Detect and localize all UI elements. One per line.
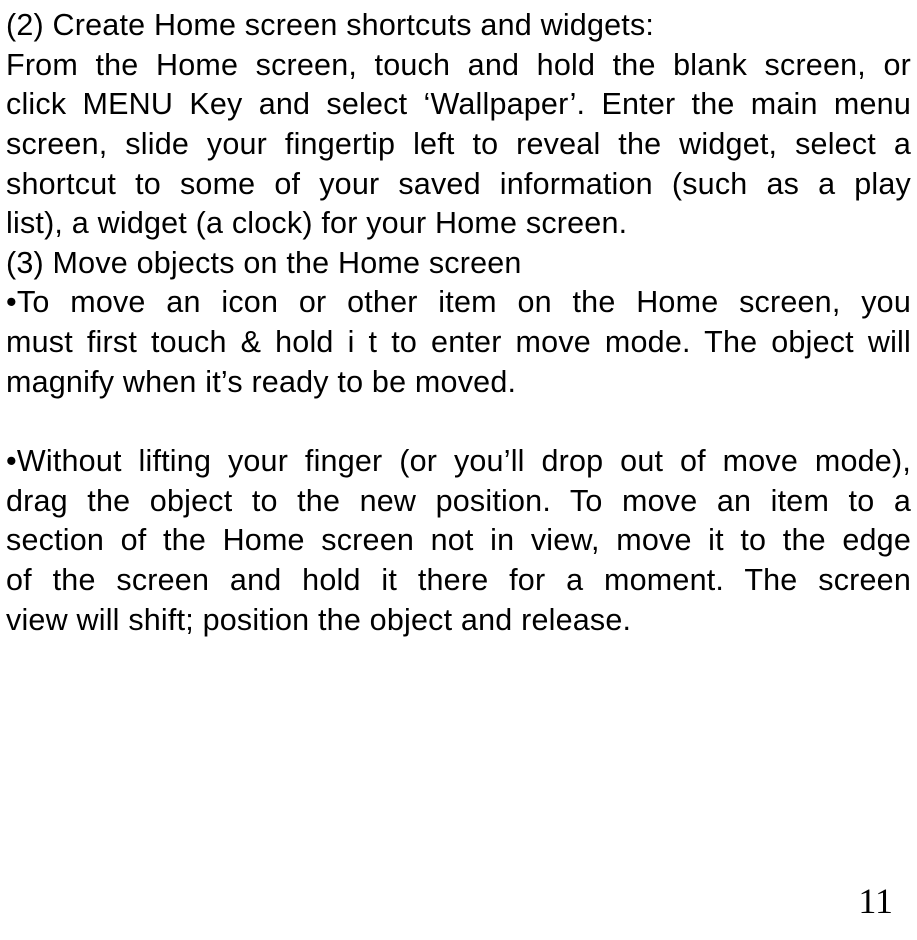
text-line: view will shift; position the object and…	[6, 601, 911, 641]
text-line: screen, slide your fingertip left to rev…	[6, 125, 911, 165]
document-page: (2) Create Home screen shortcuts and wid…	[0, 0, 917, 940]
text-line: of the screen and hold it there for a mo…	[6, 561, 911, 601]
blank-line	[6, 402, 911, 442]
text-line: section of the Home screen not in view, …	[6, 521, 911, 561]
page-number: 11	[858, 880, 893, 922]
text-line: (3) Move objects on the Home screen	[6, 244, 911, 284]
text-line: magnify when it’s ready to be moved.	[6, 363, 911, 403]
text-line: shortcut to some of your saved informati…	[6, 165, 911, 205]
text-line: must first touch & hold i t to enter mov…	[6, 323, 911, 363]
text-line: (2) Create Home screen shortcuts and wid…	[6, 6, 911, 46]
text-line: list), a widget (a clock) for your Home …	[6, 204, 911, 244]
text-line: •To move an icon or other item on the Ho…	[6, 283, 911, 323]
text-line: drag the object to the new position. To …	[6, 482, 911, 522]
text-line: From the Home screen, touch and hold the…	[6, 46, 911, 86]
text-line: click MENU Key and select ‘Wallpaper’. E…	[6, 85, 911, 125]
text-line: •Without lifting your finger (or you’ll …	[6, 442, 911, 482]
